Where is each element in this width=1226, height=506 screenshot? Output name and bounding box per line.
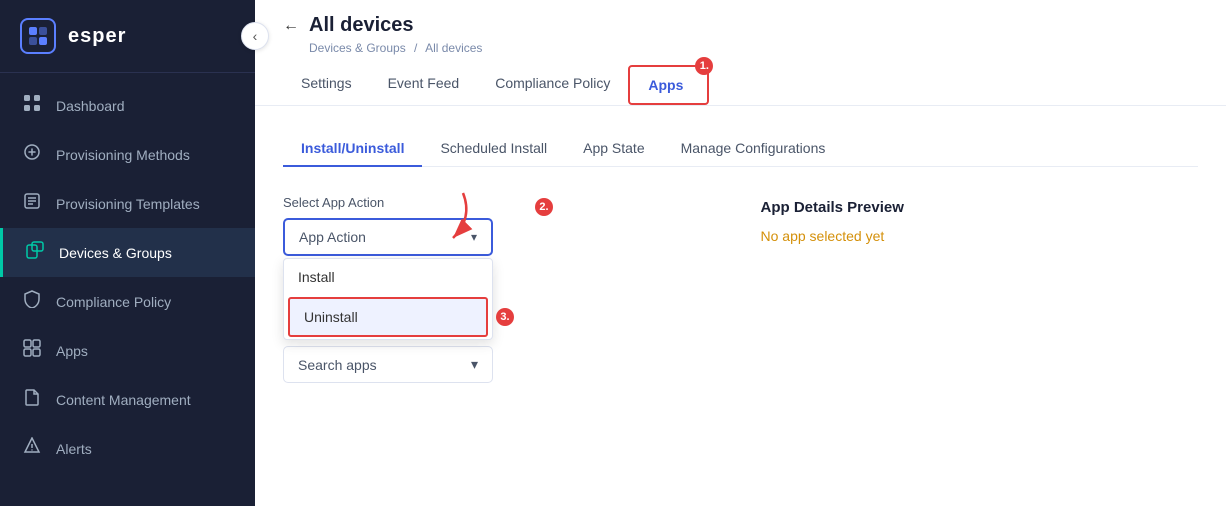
dropdown-item-uninstall-label: Uninstall (304, 309, 358, 325)
provisioning-methods-icon (22, 143, 42, 166)
dropdown-item-uninstall[interactable]: Uninstall (288, 297, 488, 337)
sidebar-item-content-management-label: Content Management (56, 392, 191, 408)
sub-tab-app-state[interactable]: App State (565, 130, 663, 166)
sidebar: esper ‹ Dashboard Provisioning Methods P… (0, 0, 255, 506)
sub-tab-install-uninstall[interactable]: Install/Uninstall (283, 130, 422, 166)
sidebar-item-provisioning-templates[interactable]: Provisioning Templates (0, 179, 255, 228)
dropdown-section: 2. App Action ▾ (283, 218, 493, 256)
collapse-icon: ‹ (253, 28, 258, 44)
sidebar-item-provisioning-methods-label: Provisioning Methods (56, 147, 190, 163)
sub-tab-install-uninstall-label: Install/Uninstall (301, 140, 404, 156)
search-apps-chevron-icon: ▾ (471, 356, 478, 373)
breadcrumb-all-devices[interactable]: All devices (425, 41, 482, 55)
sub-tab-scheduled-install[interactable]: Scheduled Install (422, 130, 565, 166)
tab-compliance-policy[interactable]: Compliance Policy (477, 65, 628, 105)
dashboard-icon (22, 94, 42, 117)
header-top: ← All devices (283, 14, 1198, 37)
no-app-selected-text: No app selected yet (761, 228, 1199, 244)
sub-tab-manage-configurations[interactable]: Manage Configurations (663, 130, 844, 166)
sidebar-item-apps[interactable]: Apps (0, 326, 255, 375)
sidebar-item-devices-groups[interactable]: Devices & Groups (0, 228, 255, 277)
alerts-icon (22, 437, 42, 460)
select-app-action-label: Select App Action (283, 195, 721, 210)
content-management-icon (22, 388, 42, 411)
right-panel: App Details Preview No app selected yet (761, 195, 1199, 383)
tab-settings[interactable]: Settings (283, 65, 370, 105)
breadcrumb-separator: / (414, 41, 417, 55)
app-action-dropdown-value: App Action (299, 229, 366, 245)
sidebar-item-alerts-label: Alerts (56, 441, 92, 457)
search-apps-placeholder: Search apps (298, 357, 377, 373)
sidebar-item-compliance-policy[interactable]: Compliance Policy (0, 277, 255, 326)
app-action-dropdown-wrapper: App Action ▾ Install Uninstall (283, 218, 493, 256)
step3-badge: 3. (496, 308, 514, 326)
step1-badge: 1. (695, 57, 713, 75)
step2-badge: 2. (535, 198, 553, 216)
devices-groups-icon (25, 241, 45, 264)
sub-tab-manage-configurations-label: Manage Configurations (681, 140, 826, 156)
sidebar-item-provisioning-methods[interactable]: Provisioning Methods (0, 130, 255, 179)
breadcrumb-devices-groups[interactable]: Devices & Groups (309, 41, 406, 55)
sidebar-item-dashboard-label: Dashboard (56, 98, 125, 114)
dropdown-chevron-icon: ▾ (471, 230, 477, 244)
sidebar-item-alerts[interactable]: Alerts (0, 424, 255, 473)
sidebar-collapse-button[interactable]: ‹ (241, 22, 269, 50)
logo-text: esper (68, 25, 126, 48)
tab-event-feed-label: Event Feed (388, 75, 460, 91)
app-action-dropdown-menu: Install Uninstall 3. (283, 258, 493, 340)
logo-icon (20, 18, 56, 54)
content-area: Install/Uninstall Scheduled Install App … (255, 106, 1226, 506)
sidebar-item-devices-groups-label: Devices & Groups (59, 245, 172, 261)
sidebar-item-dashboard[interactable]: Dashboard (0, 81, 255, 130)
left-panel: Select App Action 2. (283, 195, 721, 383)
search-apps-dropdown[interactable]: Search apps ▾ (283, 346, 493, 383)
page-title: All devices (309, 14, 414, 37)
tab-compliance-policy-label: Compliance Policy (495, 75, 610, 91)
sidebar-nav: Dashboard Provisioning Methods Provision… (0, 73, 255, 506)
app-details-preview-title: App Details Preview (761, 199, 1199, 216)
tab-apps-label: Apps (648, 77, 683, 93)
dropdown-item-uninstall-wrapper: Uninstall 3. (284, 297, 492, 337)
tab-settings-label: Settings (301, 75, 352, 91)
header: ← All devices Devices & Groups / All dev… (255, 0, 1226, 106)
back-button[interactable]: ← (283, 17, 299, 35)
sub-tab-app-state-label: App State (583, 140, 645, 156)
tab-apps-wrapper: Apps 1. (628, 65, 709, 105)
provisioning-templates-icon (22, 192, 42, 215)
breadcrumb: Devices & Groups / All devices (309, 41, 1198, 55)
apps-icon (22, 339, 42, 362)
compliance-policy-icon (22, 290, 42, 313)
sub-tab-scheduled-install-label: Scheduled Install (440, 140, 547, 156)
tab-event-feed[interactable]: Event Feed (370, 65, 478, 105)
dropdown-item-install[interactable]: Install (284, 259, 492, 295)
logo-area: esper (0, 0, 255, 73)
dropdown-item-install-label: Install (298, 269, 335, 285)
content-body: Select App Action 2. (283, 195, 1198, 383)
sidebar-item-apps-label: Apps (56, 343, 88, 359)
sidebar-item-content-management[interactable]: Content Management (0, 375, 255, 424)
main-tabs: Settings Event Feed Compliance Policy Ap… (283, 65, 1198, 105)
sidebar-item-compliance-policy-label: Compliance Policy (56, 294, 171, 310)
sub-tabs: Install/Uninstall Scheduled Install App … (283, 130, 1198, 167)
main-content: ← All devices Devices & Groups / All dev… (255, 0, 1226, 506)
app-action-dropdown[interactable]: App Action ▾ (283, 218, 493, 256)
sidebar-item-provisioning-templates-label: Provisioning Templates (56, 196, 200, 212)
